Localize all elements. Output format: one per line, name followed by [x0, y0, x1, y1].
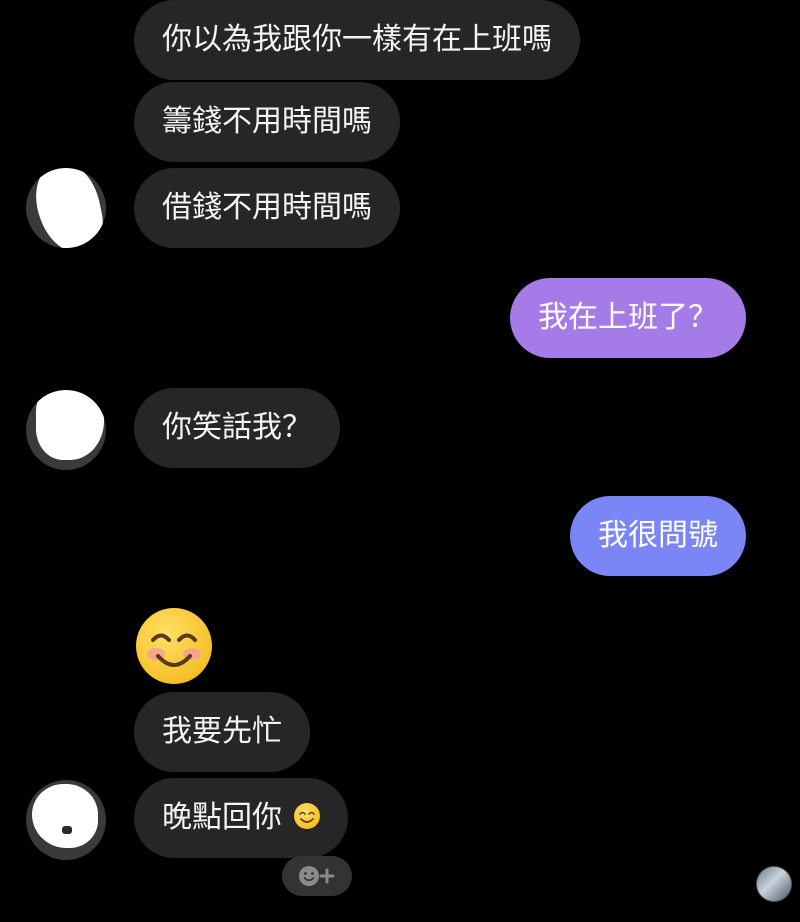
add-reaction-icon [299, 866, 335, 886]
incoming-message[interactable]: 借錢不用時間嗎 [134, 168, 400, 248]
contact-avatar[interactable] [26, 780, 106, 860]
outgoing-message[interactable]: 我在上班了？ [510, 278, 746, 358]
user-avatar[interactable] [756, 866, 792, 902]
message-text: 晚點回你 [162, 800, 282, 835]
contact-avatar[interactable] [26, 168, 106, 248]
message-text: 籌錢不用時間嗎 [162, 104, 372, 139]
outgoing-message[interactable]: 我很問號 [570, 496, 746, 576]
message-text: 我在上班了？ [538, 300, 718, 335]
avatar-detail [62, 826, 72, 834]
contact-avatar[interactable] [26, 390, 106, 470]
incoming-message[interactable]: 你笑話我？ [134, 388, 340, 468]
message-text: 你笑話我？ [162, 410, 312, 445]
incoming-message[interactable]: 你以為我跟你一樣有在上班嗎 [134, 0, 580, 80]
avatar-redaction [29, 168, 106, 248]
add-reaction-button[interactable] [282, 856, 352, 896]
incoming-message[interactable]: 晚點回你 [134, 778, 348, 858]
incoming-message[interactable]: 籌錢不用時間嗎 [134, 82, 400, 162]
avatar-redaction [36, 390, 104, 460]
smiling-face-icon [293, 802, 320, 829]
message-text: 借錢不用時間嗎 [162, 190, 372, 225]
avatar-redaction [32, 784, 98, 848]
incoming-message[interactable]: 我要先忙 [134, 692, 310, 772]
smiling-face-icon[interactable] [136, 608, 212, 684]
message-text: 你以為我跟你一樣有在上班嗎 [162, 22, 552, 57]
message-text: 我要先忙 [162, 714, 282, 749]
message-text: 我很問號 [598, 518, 718, 553]
